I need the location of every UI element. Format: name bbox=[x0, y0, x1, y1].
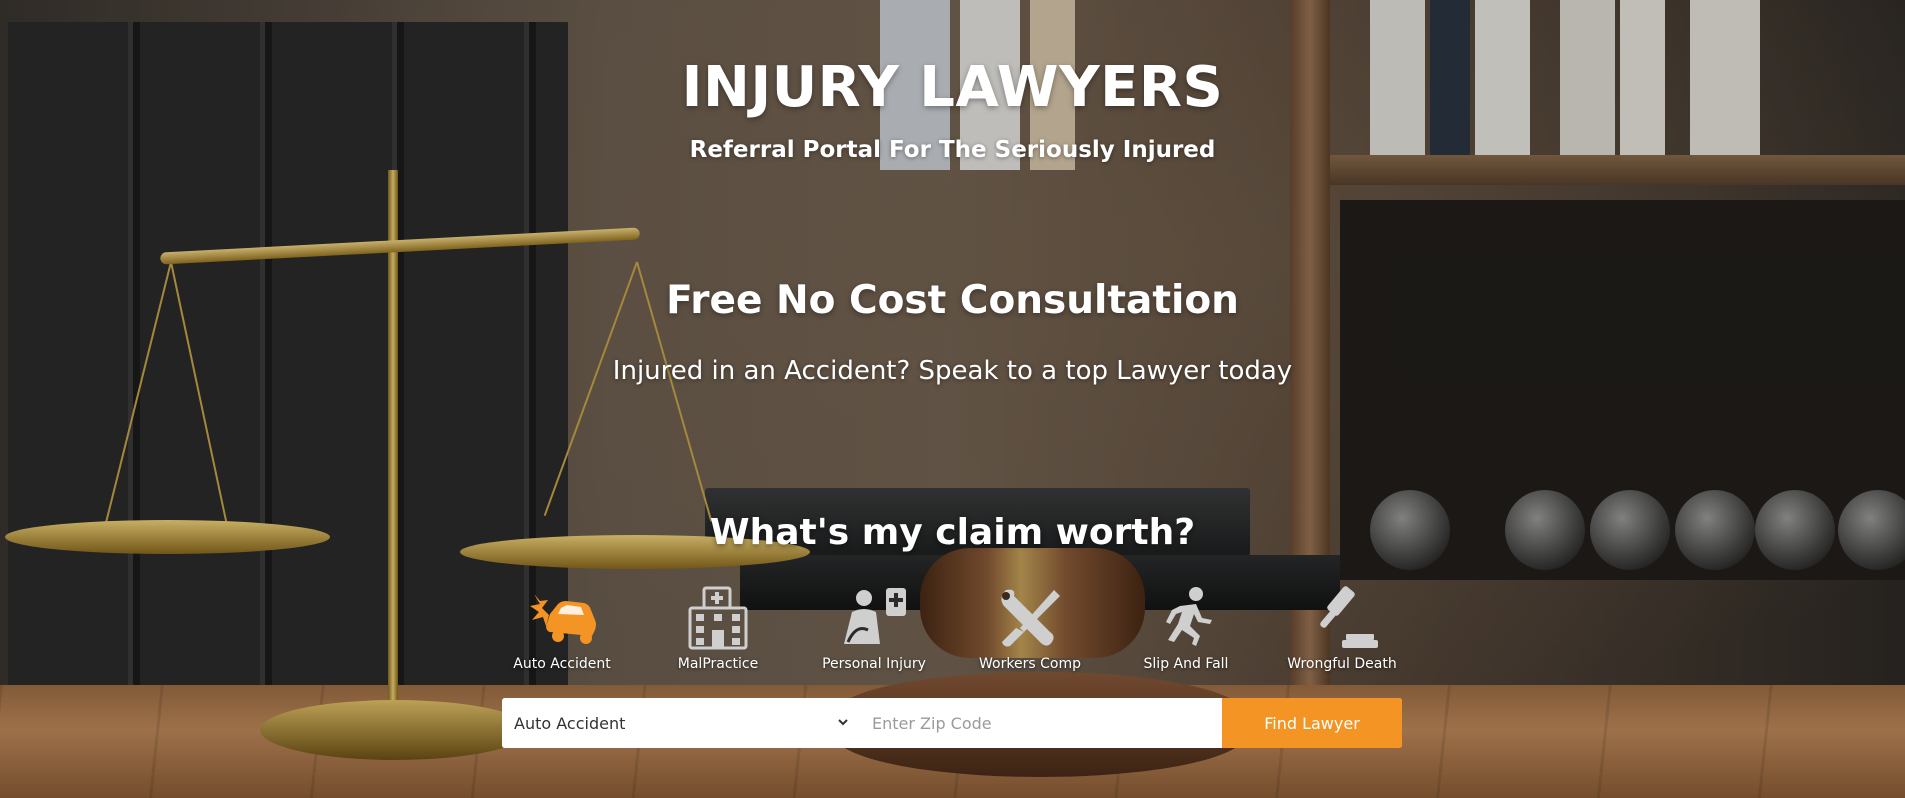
lawyer-search-form: Auto Accident Find Lawyer bbox=[502, 698, 1402, 748]
injured-person-icon bbox=[838, 584, 910, 650]
case-type-dropdown-wrapper: Auto Accident bbox=[502, 698, 862, 748]
category-wrongful-death[interactable]: Wrongful Death bbox=[1272, 584, 1412, 674]
category-label: Slip And Fall bbox=[1143, 656, 1229, 672]
claim-title: What's my claim worth? bbox=[709, 512, 1196, 553]
category-label: Workers Comp bbox=[979, 656, 1081, 672]
case-type-selector: Auto Accident MalPractice Personal Injur… bbox=[492, 584, 1412, 674]
category-workers-comp[interactable]: Workers Comp bbox=[960, 584, 1100, 674]
wrench-screwdriver-icon bbox=[994, 584, 1066, 650]
hospital-icon bbox=[682, 584, 754, 650]
zip-code-input[interactable] bbox=[862, 698, 1222, 748]
category-label: Wrongful Death bbox=[1287, 656, 1397, 672]
category-label: MalPractice bbox=[677, 656, 759, 672]
case-type-dropdown[interactable]: Auto Accident bbox=[502, 698, 862, 748]
running-person-icon bbox=[1150, 584, 1222, 650]
category-label: Personal Injury bbox=[822, 656, 926, 672]
category-label: Auto Accident bbox=[513, 656, 611, 672]
consultation-subtitle: Injured in an Accident? Speak to a top L… bbox=[612, 356, 1293, 386]
page-subtitle: Referral Portal For The Seriously Injure… bbox=[689, 137, 1216, 163]
gavel-icon bbox=[1306, 584, 1378, 650]
find-lawyer-button[interactable]: Find Lawyer bbox=[1222, 698, 1402, 748]
car-crash-icon bbox=[526, 584, 598, 650]
consultation-title: Free No Cost Consultation bbox=[666, 278, 1239, 323]
category-slip-and-fall[interactable]: Slip And Fall bbox=[1116, 584, 1256, 674]
category-auto-accident[interactable]: Auto Accident bbox=[492, 584, 632, 674]
category-personal-injury[interactable]: Personal Injury bbox=[804, 584, 944, 674]
category-malpractice[interactable]: MalPractice bbox=[648, 584, 788, 674]
page-title: INJURY LAWYERS bbox=[681, 55, 1224, 120]
hero-content: INJURY LAWYERS Referral Portal For The S… bbox=[0, 0, 1905, 798]
